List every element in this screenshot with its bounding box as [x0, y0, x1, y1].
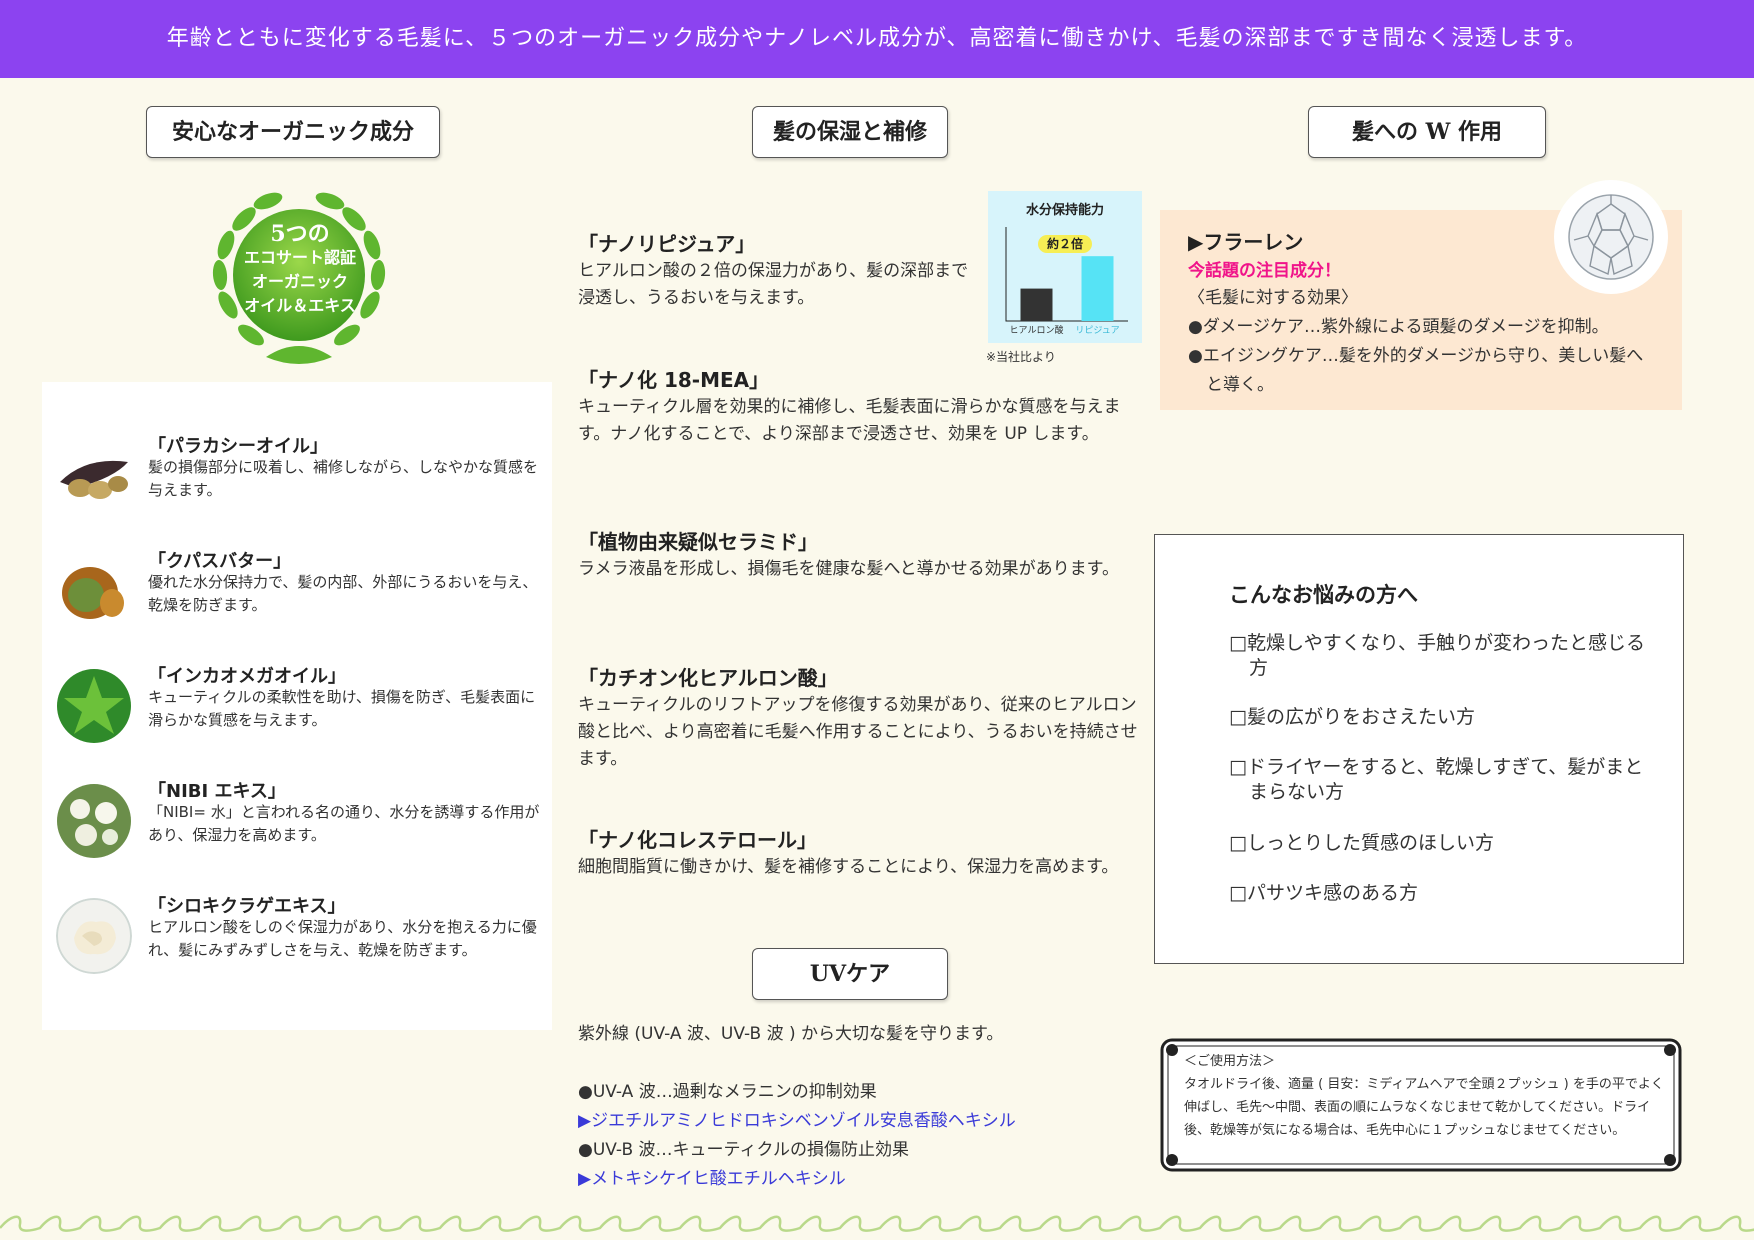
badge-line1: 5つの [270, 221, 330, 247]
ingredient-item-cupuacu: 「クパスバター」 優れた水分保持力で、髪の内部、外部にうるおいを与え、乾燥を防ぎ… [42, 547, 552, 647]
ingredient-name: 「インカオメガオイル」 [148, 666, 346, 687]
moisture-item-hyaluronic: 「カチオン化ヒアルロン酸」 キューティクルのリフトアップを修復する効果があり、従… [578, 664, 1138, 773]
moisture-item-desc: 細胞間脂質に働きかけ、髪を補修することにより、保湿力を高めます。 [578, 857, 1119, 877]
moisture-item-name: 「ナノ化 18-MEA」 [578, 368, 770, 392]
ingredient-desc: 「NIBI= 水」と言われる名の通り、水分を誘導する作用があり、保湿力を高めます… [148, 803, 540, 844]
usage-body: タオルドライ後、適量 ( 目安：ミディアムヘアで全頭２プッシュ ) を手の平でよ… [1184, 1077, 1664, 1138]
worry-item: □しっとりした質感のほしい方 [1229, 832, 1494, 854]
worries-title: こんなお悩みの方へ [1229, 582, 1418, 607]
ingredient-desc: 髪の損傷部分に吸着し、補修しながら、しなやかな質感を与えます。 [148, 458, 539, 499]
ingredient-name: 「NIBI エキス」 [148, 781, 286, 802]
chart-plot: ヒアルロン酸 リピジュア 約２倍 [1005, 227, 1128, 336]
moisture-item-desc: キューティクル層を効果的に補修し、毛髪表面に滑らかな質感を与えます。ナノ化するこ… [578, 397, 1121, 444]
ingredient-name: 「シロキクラゲエキス」 [148, 896, 346, 917]
section-header-organic: 安心なオーガニック成分 [146, 106, 440, 158]
decorative-vine-border [0, 1215, 1754, 1232]
chart-annotation: 約２倍 [1047, 236, 1083, 251]
inca-omega-fruit-image [57, 669, 131, 743]
uv-b-ingredient: ▶メトキシケイヒ酸エチルヘキシル [578, 1169, 846, 1189]
ingredient-name: 「クパスバター」 [148, 551, 292, 572]
top-banner: 年齢とともに変化する毛髪に、５つのオーガニック成分やナノレベル成分が、高密着に働… [0, 0, 1754, 78]
fullerene-highlight: 今話題の注目成分！ [1188, 261, 1341, 281]
moisture-item-name: 「ナノリピジュア」 [578, 232, 756, 256]
chart-bar-1 [1020, 288, 1053, 321]
uv-a-ingredient: ▶ジエチルアミノヒドロキシベンゾイル安息香酸ヘキシル [578, 1111, 1016, 1131]
moisture-item-cholesterol: 「ナノ化コレステロール」 細胞間脂質に働きかけ、髪を補修することにより、保湿力を… [578, 826, 1138, 881]
worry-item: □乾燥しやすくなり、手触りが変わったと感じる方 [1229, 632, 1646, 679]
ingredient-item-tremella: 「シロキクラゲエキス」 ヒアルロン酸をしのぐ保湿力があり、水分を抱える力に優れ、… [42, 892, 552, 992]
badge-text: 5つの エコサート認証 オーガニック オイル＆エキス [230, 222, 370, 318]
worry-item: □ドライヤーをすると、乾燥しすぎて、髪がまとまらない方 [1229, 756, 1644, 803]
moisture-item-ceramide: 「植物由来疑似セラミド」 ラメラ液晶を形成し、損傷毛を健康な髪へと導かせる効果が… [578, 528, 1138, 583]
badge-line4: オイル＆エキス [244, 296, 356, 315]
chart-footnote: ※当社比より [986, 350, 1056, 364]
ingredient-desc: 優れた水分保持力で、髪の内部、外部にうるおいを与え、乾燥を防ぎます。 [148, 573, 538, 614]
fullerene-title: ▶フラーレン [1188, 230, 1304, 254]
uv-b-effect: ●UV-B 波…キューティクルの損傷防止効果 [578, 1140, 909, 1160]
usage-instructions: ＜ご使用方法＞ タオルドライ後、適量 ( 目安：ミディアムヘアで全頭２プッシュ … [1184, 1050, 1674, 1142]
moisture-item-desc: ラメラ液晶を形成し、損傷毛を健康な髪へと導かせる効果があります。 [578, 559, 1119, 579]
moisture-item-name: 「カチオン化ヒアルロン酸」 [578, 666, 838, 690]
usage-title: ＜ご使用方法＞ [1184, 1054, 1276, 1069]
fullerene-subhead: 〈毛髪に対する効果〉 [1188, 288, 1358, 308]
nibi-flower-image [57, 784, 131, 858]
section-header-w-action: 髪への W 作用 [1308, 106, 1546, 158]
water-retention-chart: 水分保持能力 ヒアルロン酸 リピジュア 約２倍 [988, 191, 1142, 343]
ingredient-name: 「パラカシーオイル」 [148, 436, 328, 457]
worries-box: こんなお悩みの方へ □乾燥しやすくなり、手触りが変わったと感じる方 □髪の広がり… [1154, 534, 1684, 964]
section-header-moisture: 髪の保湿と補修 [752, 106, 948, 158]
pracaxi-seed-image [60, 460, 128, 499]
moisture-item-nano-18mea: 「ナノ化 18-MEA」 キューティクル層を効果的に補修し、毛髪表面に滑らかな質… [578, 366, 1138, 448]
badge-line2: エコサート認証 [243, 248, 356, 267]
moisture-item-nano-lipidure: 「ナノリピジュア」 ヒアルロン酸の２倍の保湿力があり、髪の深部まで浸透し、うるお… [578, 230, 978, 312]
worry-item: □パサツキ感のある方 [1229, 882, 1418, 904]
chart-category-label: リピジュア [1075, 325, 1119, 336]
ingredient-desc: キューティクルの柔軟性を助け、損傷を防ぎ、毛髪表面に滑らかな質感を与えます。 [148, 688, 536, 729]
organic-ingredient-panel: 「パラカシーオイル」 髪の損傷部分に吸着し、補修しながら、しなやかな質感を与えま… [42, 382, 552, 1030]
moisture-item-name: 「植物由来疑似セラミド」 [578, 530, 818, 554]
ingredient-desc: ヒアルロン酸をしのぐ保湿力があり、水分を抱える力に優れ、髪にみずみずしさを与え、… [148, 918, 537, 959]
chart-bar-2 [1081, 256, 1114, 321]
moisture-item-desc: ヒアルロン酸の２倍の保湿力があり、髪の深部まで浸透し、うるおいを与えます。 [578, 261, 969, 308]
worry-item: □髪の広がりをおさえたい方 [1229, 706, 1475, 728]
fullerene-point-damage: ●ダメージケア…紫外線による頭髪のダメージを抑制。 [1188, 317, 1609, 337]
fullerene-desc: 〈毛髪に対する効果〉 ●ダメージケア…紫外線による頭髪のダメージを抑制。 ●エイ… [1188, 284, 1658, 400]
tremella-image [56, 898, 132, 974]
uv-a-effect: ●UV-A 波…過剰なメラニンの抑制効果 [578, 1082, 877, 1102]
cupuacu-image [62, 567, 124, 619]
ingredient-item-pracaxi: 「パラカシーオイル」 髪の損傷部分に吸着し、補修しながら、しなやかな質感を与えま… [42, 432, 552, 532]
badge-line3: オーガニック [251, 272, 348, 291]
section-header-uv: UVケア [752, 948, 948, 1000]
ingredient-item-inca-omega: 「インカオメガオイル」 キューティクルの柔軟性を助け、損傷を防ぎ、毛髪表面に滑ら… [42, 662, 552, 762]
uv-intro: 紫外線 (UV-A 波、UV-B 波 ) から大切な髪を守ります。 [578, 1024, 1004, 1044]
moisture-item-desc: キューティクルのリフトアップを修復する効果があり、従来のヒアルロン酸と比べ、より… [578, 695, 1138, 769]
moisture-item-name: 「ナノ化コレステロール」 [578, 828, 817, 852]
fullerene-point-aging: ●エイジングケア…髪を外的ダメージから守り、美しい髪へと導く。 [1188, 346, 1644, 395]
ingredient-item-nibi: 「NIBI エキス」 「NIBI= 水」と言われる名の通り、水分を誘導する作用が… [42, 777, 552, 877]
chart-category-label: ヒアルロン酸 [1010, 325, 1064, 336]
fullerene-molecule-image [1554, 180, 1668, 294]
